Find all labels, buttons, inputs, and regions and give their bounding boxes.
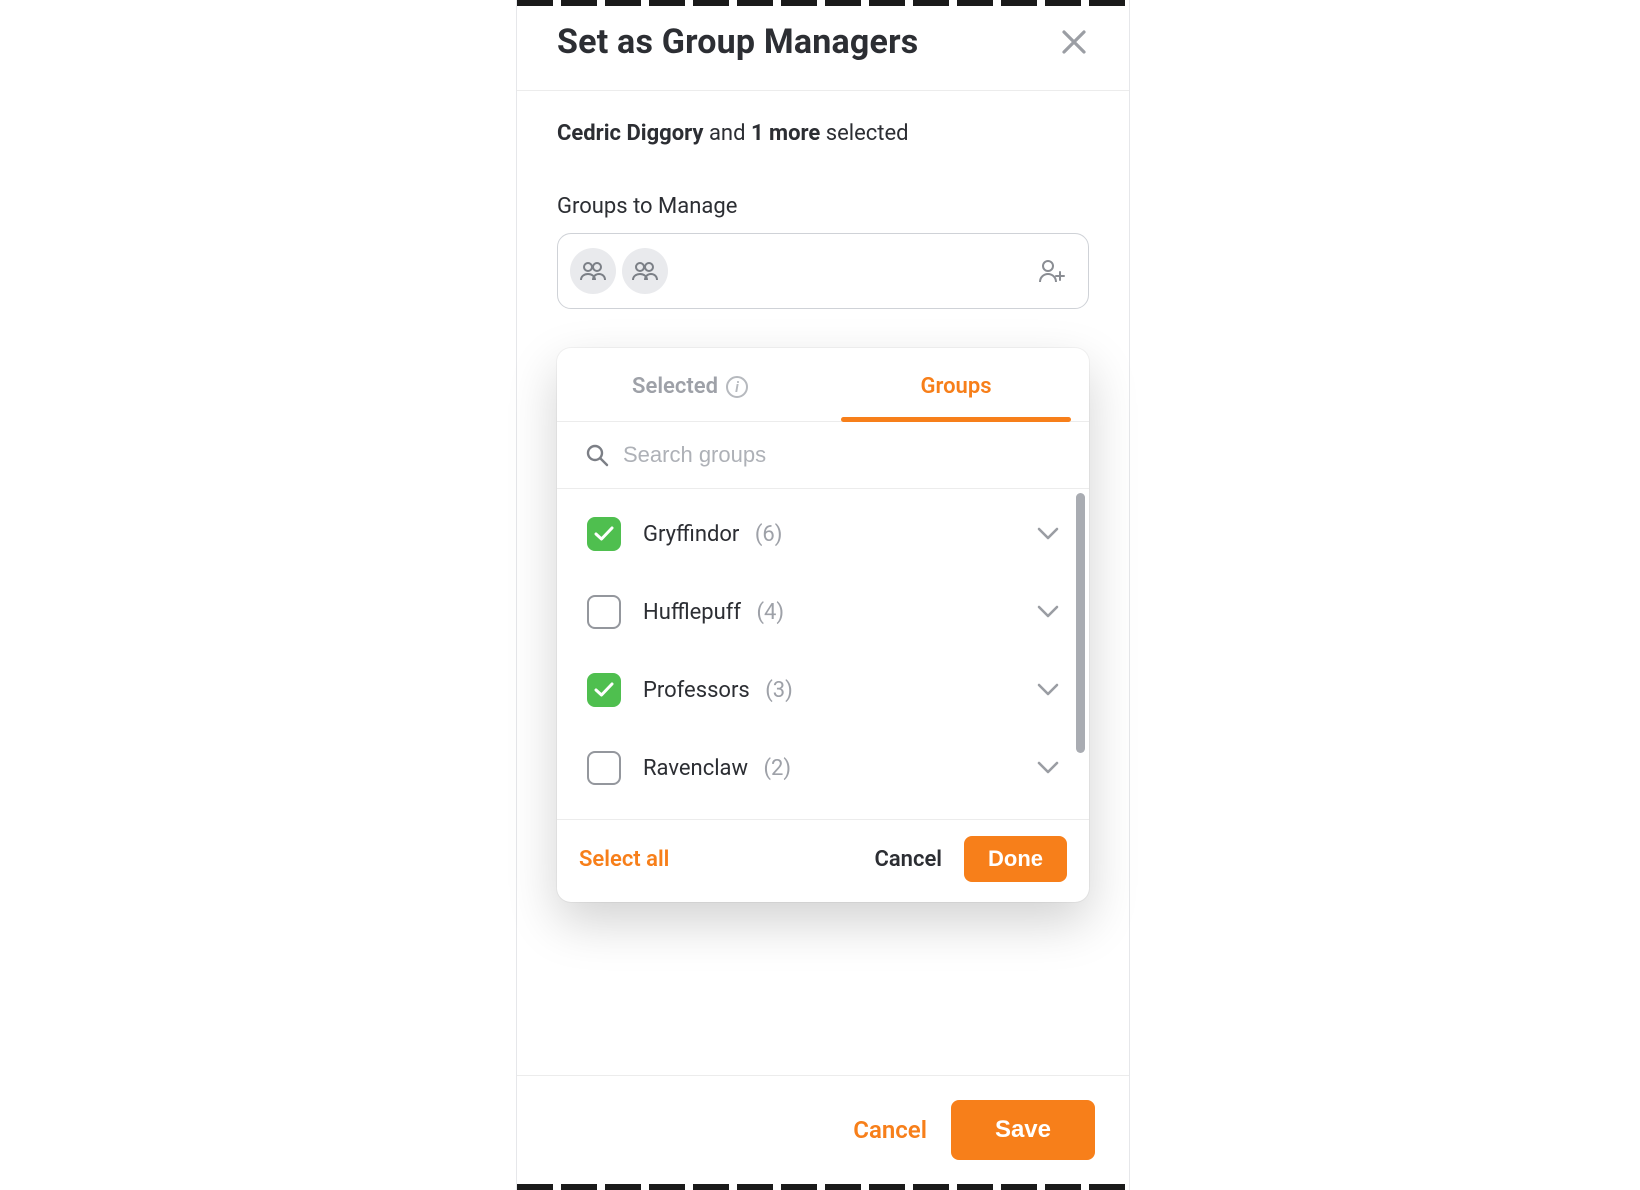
popover-done-button[interactable]: Done: [964, 836, 1067, 882]
people-icon: [632, 261, 658, 281]
group-checkbox[interactable]: [587, 751, 621, 785]
group-row[interactable]: Ravenclaw (2): [581, 729, 1065, 807]
decorative-edge: [517, 0, 1131, 6]
group-count: (3): [760, 678, 793, 703]
selection-summary-block: Cedric Diggory and 1 more selected Group…: [517, 91, 1129, 219]
selection-connector: and: [709, 121, 746, 146]
popover-tabs: Selected i Groups: [557, 348, 1089, 422]
group-checkbox[interactable]: [587, 595, 621, 629]
group-checkbox[interactable]: [587, 517, 621, 551]
panel-footer: Cancel Save: [517, 1075, 1129, 1184]
group-name: Hufflepuff (4): [643, 600, 784, 625]
search-row: [557, 422, 1089, 489]
add-person-icon[interactable]: [1038, 259, 1066, 283]
people-icon: [580, 261, 606, 281]
selected-group-chips: [570, 248, 668, 294]
tab-groups[interactable]: Groups: [823, 348, 1089, 421]
groups-list: Gryffindor (6) Hufflepuff (4) Professors (…: [557, 489, 1089, 813]
search-icon: [585, 443, 609, 467]
group-name: Professors (3): [643, 678, 793, 703]
selection-more-count: 1 more: [751, 121, 820, 146]
chevron-down-icon[interactable]: [1037, 605, 1059, 619]
group-row[interactable]: Gryffindor (6): [581, 495, 1065, 573]
popover-cancel-button[interactable]: Cancel: [874, 847, 942, 872]
group-name: Ravenclaw (2): [643, 756, 791, 781]
panel-header: Set as Group Managers: [517, 0, 1129, 91]
scrollbar-thumb[interactable]: [1076, 493, 1085, 753]
chevron-down-icon[interactable]: [1037, 761, 1059, 775]
panel-title: Set as Group Managers: [557, 22, 918, 62]
group-chip[interactable]: [570, 248, 616, 294]
tab-groups-label: Groups: [920, 374, 991, 399]
close-icon[interactable]: [1059, 27, 1089, 57]
groups-to-manage-field[interactable]: [557, 233, 1089, 309]
group-chip[interactable]: [622, 248, 668, 294]
groups-dropdown-popover: Selected i Groups Gr: [557, 348, 1089, 902]
search-input[interactable]: [623, 442, 1061, 468]
chevron-down-icon[interactable]: [1037, 683, 1059, 697]
groups-list-scroll[interactable]: Gryffindor (6) Hufflepuff (4) Professors (…: [557, 489, 1089, 819]
group-row[interactable]: Hufflepuff (4): [581, 573, 1065, 651]
group-name: Gryffindor (6): [643, 522, 782, 547]
group-count: (4): [751, 600, 784, 625]
group-count: (6): [749, 522, 782, 547]
selection-summary: Cedric Diggory and 1 more selected: [557, 121, 1089, 146]
group-count: (2): [758, 756, 791, 781]
popover-footer: Select all Cancel Done: [557, 819, 1089, 902]
scrollbar-track: [1076, 493, 1085, 815]
save-button[interactable]: Save: [951, 1100, 1095, 1160]
set-group-managers-panel: Set as Group Managers Cedric Diggory and…: [516, 0, 1130, 1190]
info-icon[interactable]: i: [726, 376, 748, 398]
chevron-down-icon[interactable]: [1037, 527, 1059, 541]
tab-selected[interactable]: Selected i: [557, 348, 823, 421]
cancel-button[interactable]: Cancel: [853, 1116, 927, 1144]
select-all-button[interactable]: Select all: [579, 847, 669, 872]
decorative-edge: [517, 1184, 1131, 1190]
groups-to-manage-label: Groups to Manage: [557, 194, 1089, 219]
group-row[interactable]: Professors (3): [581, 651, 1065, 729]
group-checkbox[interactable]: [587, 673, 621, 707]
selected-user-name: Cedric Diggory: [557, 121, 703, 146]
selection-suffix: selected: [826, 121, 909, 146]
tab-selected-label: Selected: [632, 374, 718, 399]
